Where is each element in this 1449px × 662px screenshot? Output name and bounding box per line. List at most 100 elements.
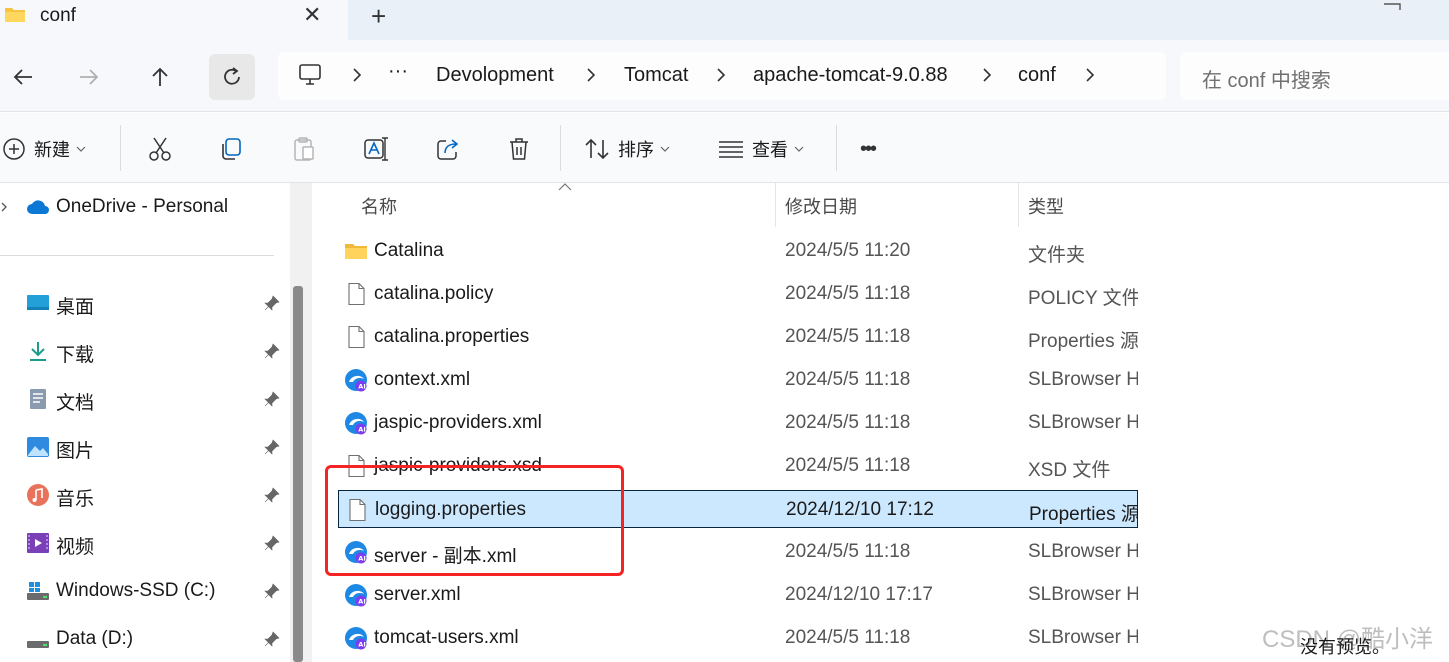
sidebar-item-videos[interactable]: 视频 — [0, 521, 290, 565]
breadcrumb-devolopment[interactable]: Devolopment — [436, 64, 554, 87]
close-tab-icon[interactable]: ✕ — [303, 2, 321, 28]
sidebar-label: Windows-SSD (C:) — [56, 580, 216, 601]
file-date: 2024/5/5 11:18 — [785, 412, 911, 433]
paste-button[interactable] — [292, 135, 316, 163]
column-divider[interactable] — [1018, 183, 1019, 227]
share-icon — [437, 139, 459, 160]
breadcrumb-apache-tomcat[interactable]: apache-tomcat-9.0.88 — [753, 64, 948, 87]
column-header-name[interactable]: 名称 — [361, 193, 397, 219]
column-header-date[interactable]: 修改日期 — [785, 193, 857, 219]
sidebar-item-onedrive[interactable]: OneDrive - Personal — [0, 185, 290, 229]
divider — [120, 125, 121, 171]
column-divider[interactable] — [775, 183, 776, 227]
sidebar-item-desktop[interactable]: 桌面 — [0, 281, 290, 325]
up-button[interactable] — [137, 54, 183, 100]
file-date: 2024/5/5 11:18 — [785, 627, 911, 648]
file-row[interactable]: AI server.xml 2024/12/10 17:17 SLBrowser HT — [338, 576, 1138, 614]
chevron-down-icon — [660, 146, 670, 152]
sidebar-label: 下载 — [56, 345, 95, 366]
share-button[interactable] — [436, 135, 460, 163]
pin-icon[interactable] — [264, 583, 280, 599]
cloud-icon — [27, 200, 49, 214]
search-box[interactable]: 在 conf 中搜索 — [1180, 52, 1449, 100]
sort-label: 排序 — [618, 140, 654, 160]
browser-html-icon: AI — [345, 584, 367, 607]
file-type: POLICY 文件 — [1028, 288, 1138, 309]
new-button[interactable]: 新建 — [2, 135, 86, 163]
file-type: 文件夹 — [1028, 245, 1086, 266]
new-tab-button[interactable]: + — [371, 1, 386, 32]
sidebar-item-documents[interactable]: 文档 — [0, 377, 290, 421]
chevron-right-icon — [1086, 68, 1095, 82]
breadcrumb-tomcat[interactable]: Tomcat — [624, 64, 688, 87]
file-list: 名称 修改日期 类型 Catalina 2024/5/5 11:20 文件夹 cata… — [312, 183, 1138, 662]
pin-icon[interactable] — [264, 631, 280, 647]
arrow-left-icon — [13, 69, 32, 85]
svg-text:AI: AI — [358, 598, 365, 606]
sidebar-item-drive-c[interactable]: Windows-SSD (C:) — [0, 569, 290, 613]
svg-text:AI: AI — [358, 383, 365, 391]
file-type: SLBrowser HT — [1028, 584, 1138, 605]
address-overflow[interactable]: ··· — [388, 60, 408, 83]
file-row[interactable]: AI tomcat-users.xml 2024/5/5 11:18 SLBrowse… — [338, 619, 1138, 657]
file-date: 2024/5/5 11:18 — [785, 283, 911, 304]
sidebar-item-drive-d[interactable]: Data (D:) — [0, 617, 290, 661]
file-name: context.xml — [374, 369, 471, 390]
sidebar-item-pictures[interactable]: 图片 — [0, 425, 290, 469]
sort-icon — [585, 138, 609, 160]
divider — [560, 125, 561, 171]
copy-icon — [222, 138, 241, 160]
sort-button[interactable]: 排序 — [584, 135, 670, 163]
file-type: Properties 源 — [1029, 504, 1138, 525]
view-button[interactable]: 查看 — [718, 135, 804, 163]
chevron-right-icon — [983, 68, 992, 82]
back-button[interactable] — [0, 54, 46, 100]
pin-icon[interactable] — [264, 343, 280, 359]
browser-html-icon: AI — [345, 369, 367, 392]
pin-icon[interactable] — [264, 295, 280, 311]
tab-conf[interactable]: conf ✕ — [0, 0, 348, 40]
desktop-icon — [27, 295, 49, 310]
sidebar-item-downloads[interactable]: 下载 — [0, 329, 290, 373]
file-type: SLBrowser HT — [1028, 412, 1138, 433]
rename-button[interactable] — [363, 135, 389, 163]
file-row[interactable]: AI context.xml 2024/5/5 11:18 SLBrowser HT — [338, 361, 1138, 399]
svg-text:AI: AI — [358, 426, 365, 434]
pin-icon[interactable] — [264, 439, 280, 455]
file-row[interactable]: catalina.policy 2024/5/5 11:18 POLICY 文件 — [338, 275, 1138, 313]
file-row[interactable]: AI jaspic-providers.xml 2024/5/5 11:18 SLBr… — [338, 404, 1138, 442]
file-row[interactable]: catalina.properties 2024/5/5 11:18 Propert… — [338, 318, 1138, 356]
computer-icon — [299, 64, 321, 85]
forward-button[interactable] — [66, 54, 112, 100]
folder-icon — [5, 8, 25, 22]
arrow-up-icon — [152, 67, 168, 86]
copy-button[interactable] — [219, 135, 243, 163]
cut-button[interactable] — [148, 135, 172, 163]
sidebar-label: 视频 — [56, 537, 95, 558]
address-bar[interactable]: ··· Devolopment Tomcat apache-tomcat-9.0… — [278, 52, 1166, 100]
file-date: 2024/12/10 17:17 — [785, 584, 933, 605]
file-icon — [348, 282, 365, 306]
navigation-bar: ··· Devolopment Tomcat apache-tomcat-9.0… — [0, 40, 1449, 112]
folder-icon — [345, 244, 367, 259]
file-row[interactable]: Catalina 2024/5/5 11:20 文件夹 — [338, 232, 1138, 270]
refresh-button[interactable] — [209, 54, 255, 100]
file-date: 2024/5/5 11:18 — [785, 455, 911, 476]
sidebar-item-music[interactable]: 音乐 — [0, 473, 290, 517]
more-icon: ••• — [860, 137, 877, 160]
more-options-button[interactable]: ••• — [860, 135, 877, 163]
music-icon — [27, 484, 49, 506]
breadcrumb-conf[interactable]: conf — [1018, 64, 1056, 87]
pin-icon[interactable] — [264, 391, 280, 407]
pin-icon[interactable] — [264, 535, 280, 551]
file-type: SLBrowser HT — [1028, 541, 1138, 562]
pin-icon[interactable] — [264, 487, 280, 503]
rename-icon — [364, 137, 388, 161]
browser-html-icon: AI — [345, 627, 367, 650]
delete-button[interactable] — [508, 135, 530, 163]
window-controls[interactable] — [1374, 0, 1444, 10]
sidebar-scrollbar-thumb[interactable] — [293, 286, 303, 662]
chevron-down-icon — [794, 146, 804, 152]
view-label: 查看 — [752, 140, 788, 160]
column-header-type[interactable]: 类型 — [1028, 193, 1064, 219]
